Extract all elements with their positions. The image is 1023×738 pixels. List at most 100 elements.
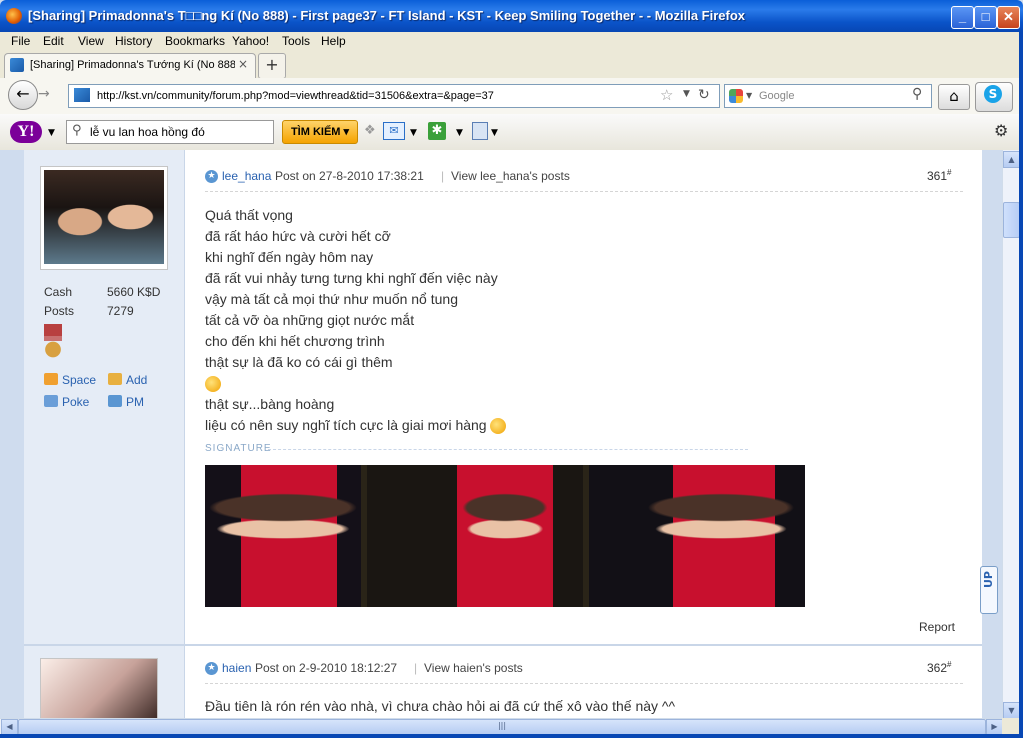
- signature-image[interactable]: [205, 465, 805, 607]
- home-icon: ⌂: [949, 87, 959, 105]
- reload-icon[interactable]: ↻: [698, 87, 710, 103]
- menu-bar: File Edit View History Bookmarks Yahoo! …: [0, 32, 1023, 50]
- search-icon[interactable]: ⚲: [912, 86, 922, 102]
- menu-bookmarks[interactable]: Bookmarks: [165, 34, 225, 48]
- post-line: đã rất vui nhảy tưng tưng khi nghĩ đến v…: [205, 270, 498, 286]
- handshake-icon: [108, 373, 122, 385]
- back-button[interactable]: ←: [8, 80, 38, 110]
- add-friend-link[interactable]: Add: [126, 373, 147, 387]
- menu-history[interactable]: History: [115, 34, 152, 48]
- yahoo-dropdown-icon[interactable]: ▼: [48, 128, 55, 138]
- mail-dropdown-icon[interactable]: ▼: [410, 128, 417, 138]
- scroll-down-icon[interactable]: ▼: [1003, 702, 1020, 719]
- view-posts-link[interactable]: View lee_hana's posts: [451, 169, 570, 183]
- view-posts-link[interactable]: View haien's posts: [424, 661, 523, 675]
- online-star-icon: ★: [205, 662, 218, 675]
- scroll-to-top-button[interactable]: UP: [980, 566, 998, 614]
- url-text[interactable]: http://kst.vn/community/forum.php?mod=vi…: [97, 90, 494, 102]
- post-line: đã rất háo hức và cười hết cỡ: [205, 228, 391, 244]
- menu-tools[interactable]: Tools: [282, 34, 310, 48]
- window-border: [0, 734, 1023, 738]
- report-link[interactable]: Report: [919, 620, 955, 634]
- window-border: [1019, 32, 1023, 738]
- post-timestamp: Post on 27-8-2010 17:38:21: [275, 169, 424, 183]
- stat-value-posts: 7279: [107, 304, 134, 318]
- menu-edit[interactable]: Edit: [43, 34, 64, 48]
- post-author[interactable]: lee_hana: [222, 169, 271, 183]
- floor-sup: #: [947, 660, 952, 669]
- post-header-divider: [205, 683, 963, 684]
- mail-icon: [108, 395, 122, 407]
- stat-value-cash: 5660 K$D: [107, 285, 161, 299]
- answers-dropdown-icon[interactable]: ▼: [456, 128, 463, 138]
- post-line-with-emoticon: liệu có nên suy nghĩ tích cực là giai mơ…: [205, 415, 507, 436]
- scroll-left-icon[interactable]: ◀: [1, 719, 18, 735]
- post-line: thật sự là đã ko có cái gì thêm: [205, 354, 393, 370]
- emoticon-icon: [490, 418, 507, 435]
- post-line: thật sự...bàng hoàng: [205, 396, 335, 412]
- post-header-divider: [205, 191, 963, 192]
- firefox-icon: [6, 8, 22, 24]
- menu-view[interactable]: View: [78, 34, 104, 48]
- back-arrow-icon: ←: [16, 84, 30, 103]
- site-favicon-icon: [74, 88, 90, 102]
- post-floor-number[interactable]: 362#: [927, 660, 951, 675]
- url-dropdown-icon[interactable]: ▼: [683, 89, 690, 99]
- bookmarks-dropdown-icon[interactable]: ▼: [491, 128, 498, 138]
- menu-help[interactable]: Help: [321, 34, 346, 48]
- mail-icon[interactable]: ✉: [383, 122, 405, 140]
- search-engine-dropdown-icon[interactable]: ▼: [746, 91, 752, 100]
- gear-icon[interactable]: ⚙: [994, 121, 1008, 140]
- meta-divider: |: [441, 169, 445, 183]
- menu-yahoo[interactable]: Yahoo!: [232, 34, 269, 48]
- poke-link[interactable]: Poke: [62, 395, 89, 409]
- online-star-icon: ★: [205, 170, 218, 183]
- floor-value: 362: [927, 661, 948, 675]
- post-floor-number[interactable]: 361#: [927, 168, 951, 183]
- avatar[interactable]: [40, 658, 158, 722]
- minimize-button[interactable]: _: [951, 6, 974, 29]
- emoticon-line: [205, 373, 506, 394]
- pm-link[interactable]: PM: [126, 395, 144, 409]
- menu-file[interactable]: File: [11, 34, 30, 48]
- post-line: khi nghĩ đến ngày hôm nay: [205, 249, 374, 265]
- yahoo-search-value[interactable]: lễ vu lan hoa hồng đó: [90, 125, 205, 139]
- signature-divider: [268, 449, 748, 450]
- post-line: liệu có nên suy nghĩ tích cực là giai mơ…: [205, 417, 487, 433]
- vertical-scroll-thumb[interactable]: [1003, 202, 1020, 238]
- search-icon: ⚲: [72, 123, 82, 138]
- scroll-right-icon[interactable]: ▶: [986, 719, 1003, 735]
- scroll-up-icon[interactable]: ▲: [1003, 151, 1020, 168]
- space-link[interactable]: Space: [62, 373, 96, 387]
- yahoo-search-button[interactable]: TÌM KIẾM ▾: [282, 120, 358, 144]
- meta-divider: |: [414, 661, 418, 675]
- poke-icon: [44, 395, 58, 407]
- bookmarks-icon[interactable]: [472, 122, 488, 140]
- toolbar-divider-icon: ❖: [364, 123, 376, 138]
- horizontal-scroll-thumb[interactable]: |||: [18, 719, 986, 735]
- answers-icon[interactable]: ✱: [428, 122, 446, 140]
- home-button[interactable]: ⌂: [938, 84, 970, 110]
- scroll-corner: [1002, 718, 1019, 734]
- search-input[interactable]: [724, 84, 932, 108]
- maximize-button[interactable]: □: [974, 6, 997, 29]
- post-line: vậy mà tất cả mọi thứ như muốn nổ tung: [205, 291, 458, 307]
- home-icon: [44, 373, 58, 385]
- stat-label-cash: Cash: [44, 285, 73, 299]
- post-line: Quá thất vọng: [205, 207, 293, 223]
- post-author[interactable]: haien: [222, 661, 251, 675]
- post-line: cho đến khi hết chương trình: [205, 333, 385, 349]
- forward-button[interactable]: →: [38, 86, 50, 102]
- window-title: [Sharing] Primadonna's T□□ng Kí (No 888)…: [28, 8, 746, 23]
- new-tab-button[interactable]: +: [258, 53, 286, 79]
- tab-close-icon[interactable]: ×: [238, 57, 248, 71]
- bookmark-star-icon[interactable]: ☆: [660, 86, 673, 104]
- google-icon[interactable]: [729, 89, 743, 103]
- skype-icon: S: [984, 85, 1002, 103]
- close-button[interactable]: ✕: [997, 6, 1020, 29]
- stat-label-posts: Posts: [44, 304, 75, 318]
- avatar-image[interactable]: [44, 170, 164, 264]
- medal-icon[interactable]: [44, 324, 62, 358]
- yahoo-logo[interactable]: Y!: [10, 121, 42, 143]
- post-timestamp: Post on 2-9-2010 18:12:27: [255, 661, 398, 675]
